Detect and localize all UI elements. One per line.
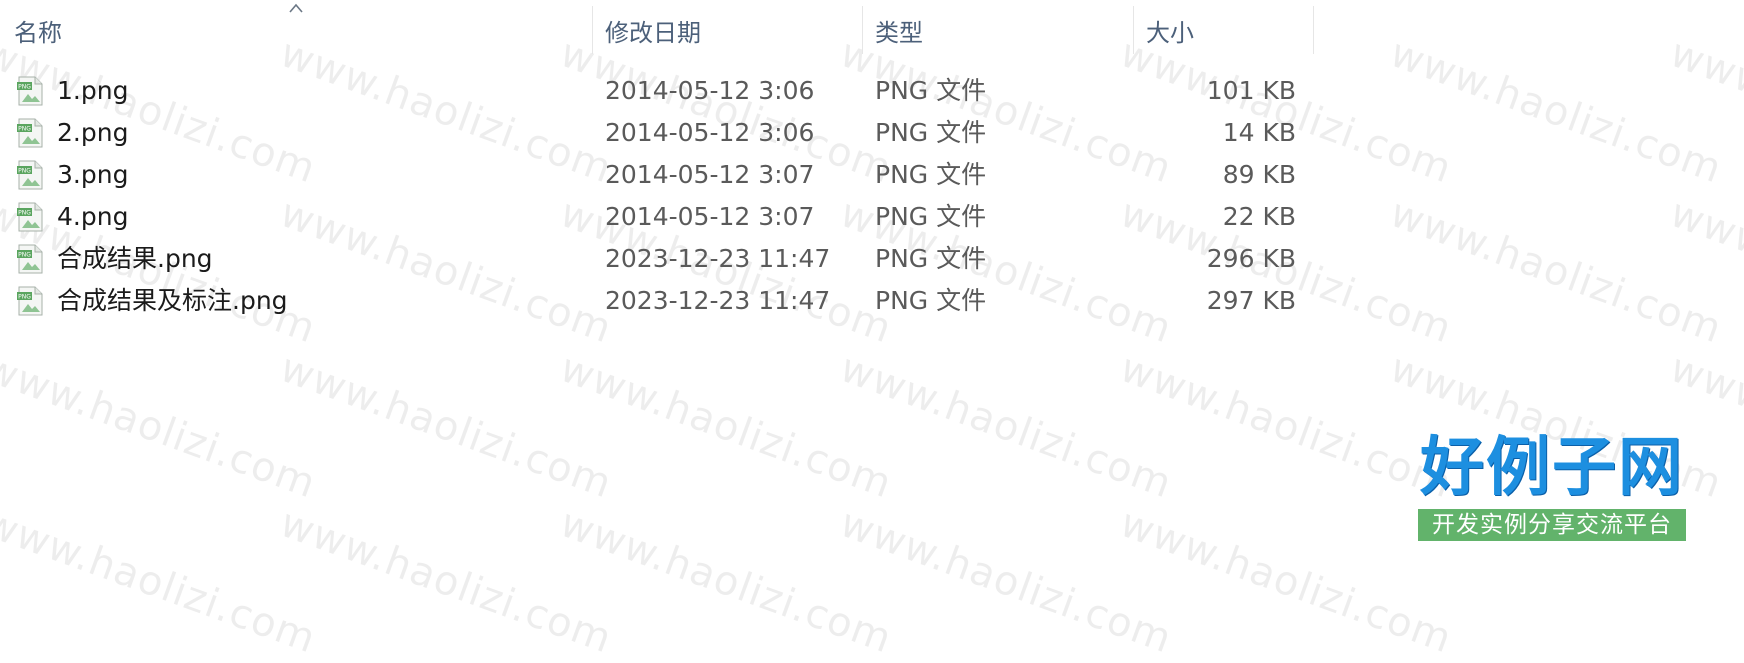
png-file-icon: PNG [17,286,43,316]
file-row[interactable]: PNG 合成结果及标注.png 2023-12-23 11:47 PNG 文件 … [0,280,1320,322]
column-divider[interactable] [1313,6,1314,54]
png-file-icon: PNG [17,118,43,148]
column-header-modified-label: 修改日期 [605,18,701,47]
file-modified: 2014-05-12 3:06 [605,76,815,105]
svg-text:PNG: PNG [18,168,31,175]
column-divider[interactable] [1133,6,1134,54]
file-name: 4.png [57,202,129,231]
column-header-modified[interactable]: 修改日期 [605,0,860,60]
file-name: 1.png [57,76,129,105]
file-type: PNG 文件 [875,244,987,273]
column-header-bar: 名称 修改日期 类型 大小 [0,0,1744,60]
svg-text:PNG: PNG [18,210,31,217]
watermark-text: www.haolizi.com [0,500,322,663]
watermark-text: www.haolizi.com [834,345,1178,508]
png-file-icon: PNG [17,244,43,274]
png-file-icon: PNG [17,160,43,190]
column-header-size[interactable]: 大小 [1146,0,1311,60]
watermark-text: www.haolizi.com [0,345,322,508]
svg-text:PNG: PNG [18,84,31,91]
file-row[interactable]: PNG 合成结果.png 2023-12-23 11:47 PNG 文件 296… [0,238,1320,280]
svg-text:PNG: PNG [18,126,31,133]
watermark-text: www.haolizi.com [274,500,618,663]
file-size: 297 KB [1206,286,1296,315]
column-header-type[interactable]: 类型 [875,0,1130,60]
watermark-text: www.haolizi.com [274,345,618,508]
file-type: PNG 文件 [875,286,987,315]
file-size: 296 KB [1206,244,1296,273]
file-modified: 2023-12-23 11:47 [605,286,831,315]
file-row[interactable]: PNG 2.png 2014-05-12 3:06 PNG 文件 14 KB [0,112,1320,154]
site-logo: 好例子网 开发实例分享交流平台 [1416,433,1688,543]
watermark-text: www.haolizi.com [1384,190,1728,353]
column-divider[interactable] [862,6,863,54]
file-modified: 2014-05-12 3:07 [605,202,815,231]
file-modified: 2014-05-12 3:06 [605,118,815,147]
file-size: 22 KB [1222,202,1296,231]
watermark-text: www.haolizi.com [1664,190,1744,353]
file-row[interactable]: PNG 3.png 2014-05-12 3:07 PNG 文件 89 KB [0,154,1320,196]
column-header-name-label: 名称 [14,18,62,47]
watermark-text: www.haolizi.com [1114,345,1458,508]
watermark-text: www.haolizi.com [834,500,1178,663]
png-file-icon: PNG [17,202,43,232]
file-size: 14 KB [1222,118,1296,147]
svg-text:PNG: PNG [18,294,31,301]
file-type: PNG 文件 [875,202,987,231]
file-list: PNG 1.png 2014-05-12 3:06 PNG 文件 101 KB … [0,70,1320,322]
file-type: PNG 文件 [875,76,987,105]
watermark-text: www.haolizi.com [554,500,898,663]
file-name: 合成结果及标注.png [57,286,288,315]
file-name: 2.png [57,118,129,147]
column-header-size-label: 大小 [1146,18,1194,47]
file-type: PNG 文件 [875,118,987,147]
file-name: 合成结果.png [57,244,213,273]
file-size: 101 KB [1206,76,1296,105]
file-size: 89 KB [1222,160,1296,189]
file-name: 3.png [57,160,129,189]
svg-text:PNG: PNG [18,252,31,259]
column-header-name[interactable]: 名称 [14,0,589,60]
watermark-text: www.haolizi.com [1114,500,1458,663]
file-modified: 2023-12-23 11:47 [605,244,831,273]
column-header-type-label: 类型 [875,18,923,47]
column-divider[interactable] [592,6,593,54]
file-row[interactable]: PNG 1.png 2014-05-12 3:06 PNG 文件 101 KB [0,70,1320,112]
logo-subtitle: 开发实例分享交流平台 [1418,509,1686,541]
file-type: PNG 文件 [875,160,987,189]
png-file-icon: PNG [17,76,43,106]
file-modified: 2014-05-12 3:07 [605,160,815,189]
file-row[interactable]: PNG 4.png 2014-05-12 3:07 PNG 文件 22 KB [0,196,1320,238]
logo-title: 好例子网 [1420,430,1684,505]
watermark-text: www.haolizi.com [554,345,898,508]
